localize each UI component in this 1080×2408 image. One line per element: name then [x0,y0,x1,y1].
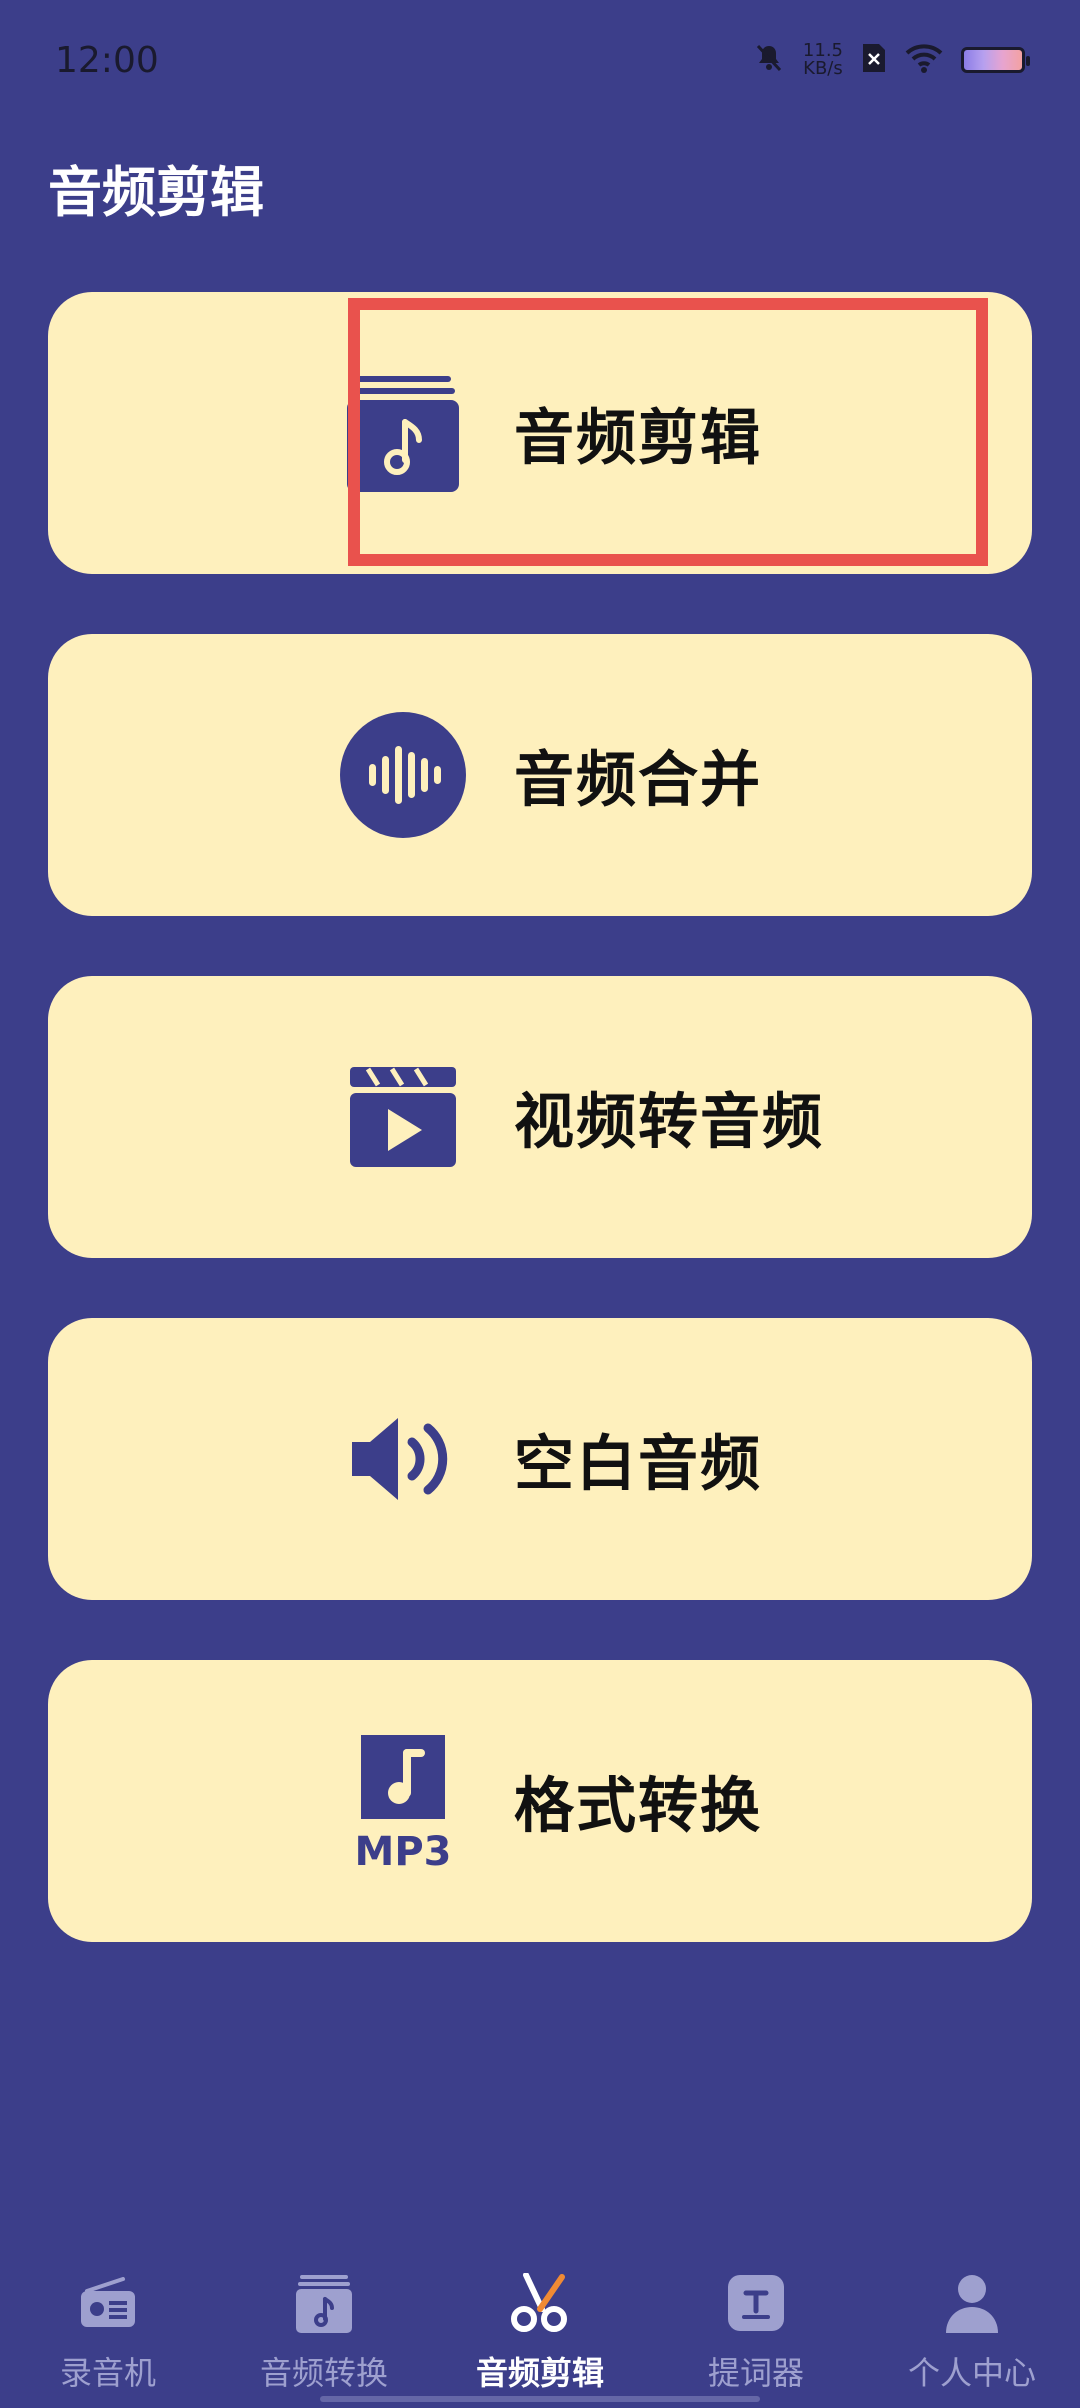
audio-edit-card[interactable]: 音频剪辑 [48,292,1032,574]
nav-item-profile[interactable]: 个人中心 [864,2248,1080,2408]
bell-muted-icon [753,42,785,78]
music-album-icon [328,358,478,508]
status-bar: 12:00 11.5 KB/s [0,0,1080,120]
wifi-icon [905,43,943,77]
teleprompter-icon [721,2268,791,2338]
format-convert-label: 格式转换 [514,1771,762,1842]
nav-item-recorder[interactable]: 录音机 [0,2248,216,2408]
blank-audio-card[interactable]: 空白音频 [48,1318,1032,1600]
audio-edit-label: 音频剪辑 [514,403,762,474]
speaker-icon [328,1384,478,1534]
music-album-icon [289,2268,359,2338]
scissors-icon [505,2268,575,2338]
nav-label-teleprompter: 提词器 [707,2354,804,2392]
status-time: 12:00 [55,40,159,81]
network-speed-unit: KB/s [803,58,843,79]
sim-disabled-icon [861,42,887,78]
nav-label-audio-edit: 音频剪辑 [475,2354,604,2392]
audio-wave-icon [328,700,478,850]
nav-item-teleprompter[interactable]: 提词器 [648,2248,864,2408]
svg-text:MP3: MP3 [355,1829,451,1871]
page-title: 音频剪辑 [48,161,264,224]
bottom-nav: 录音机 音频转换 音频剪辑 提词器 个人中心 [0,2248,1080,2408]
mp3-file-icon: MP3 [328,1726,478,1876]
audio-merge-label: 音频合并 [514,745,762,816]
format-convert-card[interactable]: MP3 格式转换 [48,1660,1032,1942]
audio-merge-card[interactable]: 音频合并 [48,634,1032,916]
nav-item-audio-convert[interactable]: 音频转换 [216,2248,432,2408]
home-indicator [320,2396,760,2402]
nav-item-audio-edit[interactable]: 音频剪辑 [432,2248,648,2408]
nav-label-audio-convert: 音频转换 [259,2354,388,2392]
network-speed: 11.5 KB/s [803,42,843,78]
user-icon [937,2268,1007,2338]
radio-icon [73,2268,143,2338]
nav-label-recorder: 录音机 [59,2354,156,2392]
blank-audio-label: 空白音频 [514,1429,762,1500]
status-icons: 11.5 KB/s [753,42,1030,78]
video-to-audio-label: 视频转音频 [514,1087,824,1158]
nav-label-profile: 个人中心 [907,2354,1036,2392]
battery-icon [961,47,1030,73]
video-play-icon [328,1042,478,1192]
video-to-audio-card[interactable]: 视频转音频 [48,976,1032,1258]
